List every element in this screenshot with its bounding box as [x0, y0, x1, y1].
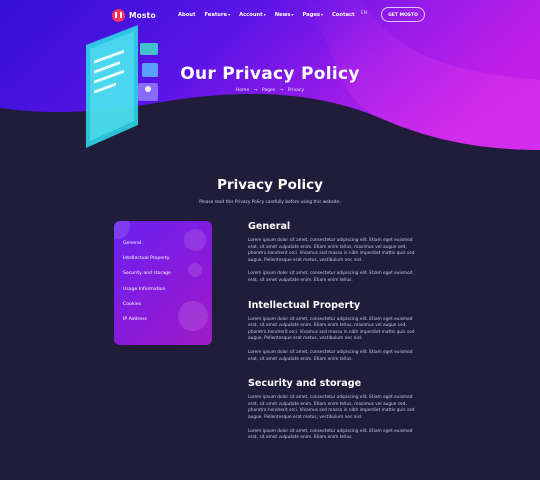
- decorative-blob: [114, 221, 130, 239]
- sidebar-item-cookies[interactable]: Cookies: [123, 301, 171, 316]
- page-title: Privacy Policy: [217, 177, 323, 193]
- breadcrumb-home[interactable]: Home: [236, 88, 249, 93]
- decorative-blob: [184, 229, 206, 251]
- top-navbar: Mosto About Feature▾ Account▾ News▾ Page…: [0, 0, 540, 30]
- policy-sidebar: General Intellectual Property Security a…: [114, 221, 212, 345]
- section-heading: Security and storage: [248, 378, 362, 390]
- decorative-blob: [178, 301, 208, 331]
- nav-item-about[interactable]: About: [178, 12, 195, 18]
- decorative-blob: [188, 263, 202, 277]
- chevron-down-icon: ▾: [291, 12, 294, 17]
- nav-item-news[interactable]: News▾: [275, 12, 294, 18]
- chevron-down-icon: ▾: [228, 12, 231, 17]
- section-security-and-storage: Security and storage Lorem ipsum dolor s…: [248, 378, 420, 442]
- section-heading: Intellectual Property: [248, 299, 361, 311]
- breadcrumb-pages[interactable]: Pages: [262, 88, 275, 93]
- mosto-logo-icon: [112, 9, 125, 22]
- sidebar-item-security-and-storage[interactable]: Security and storage: [123, 270, 171, 285]
- breadcrumb: Home → Pages → Privacy: [0, 88, 540, 93]
- section-paragraph: Lorem ipsum dolor sit amet, consectetur …: [248, 316, 415, 342]
- section-paragraph: Lorem ipsum dolor sit amet, consectetur …: [248, 349, 413, 362]
- section-paragraph: Lorem ipsum dolor sit amet, consectetur …: [248, 428, 413, 441]
- arrow-right-icon: →: [279, 88, 284, 93]
- sidebar-item-general[interactable]: General: [123, 240, 171, 255]
- chevron-down-icon: ▾: [263, 12, 266, 17]
- logo[interactable]: Mosto: [112, 9, 156, 22]
- sidebar-item-usage-information[interactable]: Usage Information: [123, 286, 171, 301]
- section-general: General Lorem ipsum dolor sit amet, cons…: [248, 221, 420, 285]
- sidebar-item-ip-address[interactable]: IP Address: [123, 316, 171, 331]
- logo-text: Mosto: [129, 11, 156, 20]
- breadcrumb-current: Privacy: [287, 88, 305, 93]
- section-heading: General: [248, 221, 291, 232]
- page-subtitle: Please read this Privacy Policy carefull…: [199, 200, 341, 205]
- main-menu: About Feature▾ Account▾ News▾ Pages▾ Con…: [178, 12, 355, 18]
- section-intellectual-property: Intellectual Property Lorem ipsum dolor …: [248, 300, 420, 364]
- sidebar-list: General Intellectual Property Security a…: [123, 240, 171, 331]
- section-paragraph: Lorem ipsum dolor sit amet, consectetur …: [248, 271, 413, 283]
- hero-title: Our Privacy Policy: [180, 64, 360, 84]
- section-paragraph: Lorem ipsum dolor sit amet, consectetur …: [248, 238, 415, 263]
- nav-item-account[interactable]: Account▾: [239, 12, 266, 18]
- get-mosto-button[interactable]: GET MOSTO: [381, 7, 425, 22]
- sidebar-item-intellectual-property[interactable]: Intellectual Property: [123, 255, 171, 270]
- nav-item-feature[interactable]: Feature▾: [204, 12, 230, 18]
- arrow-right-icon: →: [253, 88, 258, 93]
- language-selector[interactable]: EN: [361, 11, 367, 16]
- nav-item-contact[interactable]: Contact: [332, 12, 355, 18]
- section-paragraph: Lorem ipsum dolor sit amet, consectetur …: [248, 395, 415, 420]
- chevron-down-icon: ▾: [320, 12, 323, 17]
- policy-content: General Lorem ipsum dolor sit amet, cons…: [248, 221, 420, 442]
- nav-item-pages[interactable]: Pages▾: [302, 12, 323, 18]
